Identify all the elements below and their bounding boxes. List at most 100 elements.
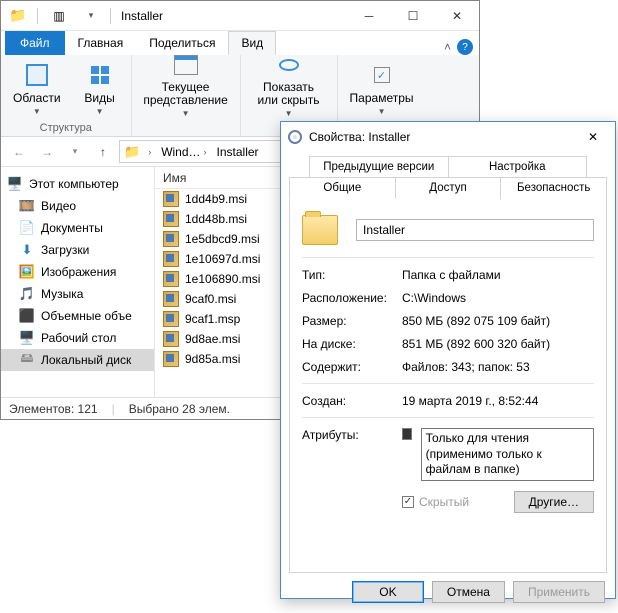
back-button[interactable]: ← — [7, 140, 31, 164]
mus-icon: 🎵 — [19, 286, 35, 302]
label-type: Тип: — [302, 268, 402, 282]
gear-icon — [287, 129, 303, 145]
checkbox-icon: ✓ — [367, 61, 397, 89]
file-name: 1e5dbcd9.msi — [185, 232, 260, 246]
file-name: 1e106890.msi — [185, 272, 260, 286]
breadcrumb-item[interactable]: Wind…› — [157, 145, 210, 159]
currentview-label: Текущее представление — [143, 81, 227, 107]
msi-icon — [163, 351, 179, 367]
tab-control: Предыдущие версии Настройка Общие Доступ… — [289, 156, 607, 199]
msi-icon — [163, 291, 179, 307]
label-contains: Содержит: — [302, 360, 402, 374]
currentview-button[interactable]: Текущее представление ▼ — [140, 49, 232, 120]
ribbon-right: ˄ ? — [444, 39, 473, 55]
label-location: Расположение: — [302, 291, 402, 305]
sidebar-item[interactable]: 🎵Музыка — [1, 283, 154, 305]
panes-icon — [22, 61, 52, 89]
advanced-button[interactable]: Другие… — [514, 491, 594, 513]
tab-customize[interactable]: Настройка — [448, 156, 588, 177]
up-button[interactable]: ↑ — [91, 140, 115, 164]
tab-security[interactable]: Безопасность — [500, 177, 607, 199]
doc-icon: 📄 — [19, 220, 35, 236]
sidebar-item[interactable]: 📄 Документы — [1, 217, 154, 239]
qa-properties-icon[interactable]: ▥ — [50, 7, 68, 25]
options-label: Параметры — [350, 91, 414, 105]
msi-icon — [163, 191, 179, 207]
showhide-label: Показать или скрыть — [253, 81, 325, 107]
breadcrumb-item[interactable]: Installer — [213, 145, 263, 159]
dialog-titlebar: Свойства: Installer ✕ — [281, 122, 615, 152]
window-title: Installer — [115, 9, 347, 23]
msi-icon — [163, 311, 179, 327]
ribbon-tabs: Файл Главная Поделиться Вид ˄ ? — [1, 31, 479, 55]
value-sizeondisk: 851 МБ (892 600 320 байт) — [402, 337, 594, 351]
views-button[interactable]: Виды ▼ — [77, 59, 123, 118]
qa-customize-icon[interactable]: ▾ — [82, 7, 100, 25]
sidebar-item-label: Документы — [41, 221, 103, 235]
minimize-ribbon-icon[interactable]: ˄ — [444, 40, 451, 54]
file-name: 1dd4b9.msi — [185, 192, 247, 206]
forward-button[interactable]: → — [35, 140, 59, 164]
eye-icon — [274, 51, 304, 79]
minimize-button[interactable]: ─ — [347, 1, 391, 30]
help-icon[interactable]: ? — [457, 39, 473, 55]
group-label: Структура — [40, 122, 92, 134]
close-button[interactable]: ✕ — [435, 1, 479, 30]
sidebar-item-label: Объемные объе — [41, 309, 132, 323]
dl-icon: ⬇ — [19, 242, 35, 258]
label-created: Создан: — [302, 394, 402, 408]
sidebar-item[interactable]: ⬇Загрузки — [1, 239, 154, 261]
tab-previous-versions[interactable]: Предыдущие версии — [309, 156, 449, 177]
folder-name-input[interactable] — [356, 219, 594, 241]
dialog-buttons: OK Отмена Применить — [281, 581, 615, 613]
hidden-checkbox: ✓ — [402, 496, 414, 508]
msi-icon — [163, 251, 179, 267]
readonly-checkbox[interactable] — [402, 428, 412, 440]
sidebar-item[interactable]: 🖥️ Этот компьютер — [1, 173, 154, 195]
file-name: 9d8ae.msi — [185, 332, 240, 346]
panes-label: Области — [13, 91, 61, 105]
dialog-title: Свойства: Installer — [309, 130, 571, 144]
chevron-down-icon: ▼ — [285, 109, 293, 118]
tab-general[interactable]: Общие — [289, 177, 396, 199]
sidebar-item-label: Видео — [41, 199, 76, 213]
sidebar-item-label: Этот компьютер — [29, 177, 119, 191]
readonly-label: Только для чтения — [426, 431, 589, 447]
group-label — [184, 122, 187, 134]
properties-dialog: Свойства: Installer ✕ Предыдущие версии … — [280, 121, 616, 599]
pc-icon: 🖥️ — [7, 176, 23, 192]
tab-sharing[interactable]: Доступ — [395, 177, 502, 199]
separator: | — [112, 402, 115, 416]
value-type: Папка с файлами — [402, 268, 594, 282]
msi-icon — [163, 231, 179, 247]
sidebar-item[interactable]: 🎞️Видео — [1, 195, 154, 217]
img-icon: 🖼️ — [19, 264, 35, 280]
showhide-button[interactable]: Показать или скрыть ▼ — [249, 49, 329, 120]
file-name: 1e10697d.msi — [185, 252, 260, 266]
sidebar-item[interactable]: 🖴Локальный диск — [1, 349, 154, 371]
views-label: Виды — [84, 91, 114, 105]
tab-panel-general: Тип:Папка с файлами Расположение:C:\Wind… — [289, 199, 607, 573]
status-count: Элементов: 121 — [9, 402, 98, 416]
breadcrumb-item[interactable]: › — [144, 147, 155, 157]
tab-file[interactable]: Файл — [5, 31, 65, 55]
status-selected: Выбрано 28 элем. — [129, 402, 230, 416]
label-sizeondisk: На диске: — [302, 337, 402, 351]
tab-home[interactable]: Главная — [65, 31, 137, 55]
sidebar-item[interactable]: 🖼️Изображения — [1, 261, 154, 283]
value-contains: Файлов: 343; папок: 53 — [402, 360, 594, 374]
readonly-label-box: Только для чтения (применимо только к фа… — [421, 428, 594, 481]
sidebar-item[interactable]: 🖥️Рабочий стол — [1, 327, 154, 349]
label-attributes: Атрибуты: — [302, 428, 402, 442]
disk-icon: 🖴 — [19, 352, 35, 368]
label-size: Размер: — [302, 314, 402, 328]
recent-button[interactable]: ▾ — [63, 140, 87, 164]
value-location: C:\Windows — [402, 291, 594, 305]
panes-button[interactable]: Области ▼ — [9, 59, 65, 118]
maximize-button[interactable]: ☐ — [391, 1, 435, 30]
close-button[interactable]: ✕ — [571, 123, 615, 152]
msi-icon — [163, 271, 179, 287]
options-button[interactable]: ✓ Параметры ▼ — [346, 59, 418, 118]
sidebar-item[interactable]: ⬛Объемные объе — [1, 305, 154, 327]
folder-icon: 📁 — [9, 7, 27, 25]
